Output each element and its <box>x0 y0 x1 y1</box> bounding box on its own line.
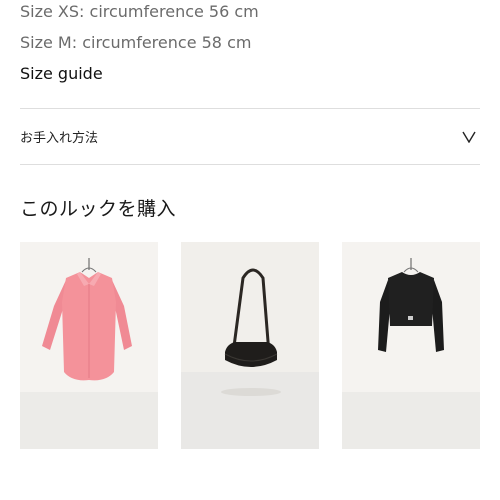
black-cardigan-image <box>342 242 480 449</box>
size-m-info: Size M: circumference 58 cm <box>20 33 252 52</box>
size-xs-info: Size XS: circumference 56 cm <box>20 2 259 21</box>
divider <box>20 164 480 165</box>
black-bag-image <box>181 242 319 449</box>
product-details-page: Size XS: circumference 56 cm Size M: cir… <box>0 0 500 500</box>
product-card-black-cardigan[interactable] <box>342 242 480 449</box>
chevron-down-icon <box>462 131 476 143</box>
product-card-black-bag[interactable] <box>181 242 319 449</box>
care-instructions-label: お手入れ方法 <box>20 131 99 146</box>
pink-shirt-image <box>20 242 158 449</box>
product-card-pink-shirt[interactable] <box>20 242 158 449</box>
shop-the-look-title: このルックを購入 <box>20 198 177 220</box>
size-guide-link[interactable]: Size guide <box>20 64 103 83</box>
care-instructions-accordion[interactable]: お手入れ方法 <box>20 109 480 164</box>
